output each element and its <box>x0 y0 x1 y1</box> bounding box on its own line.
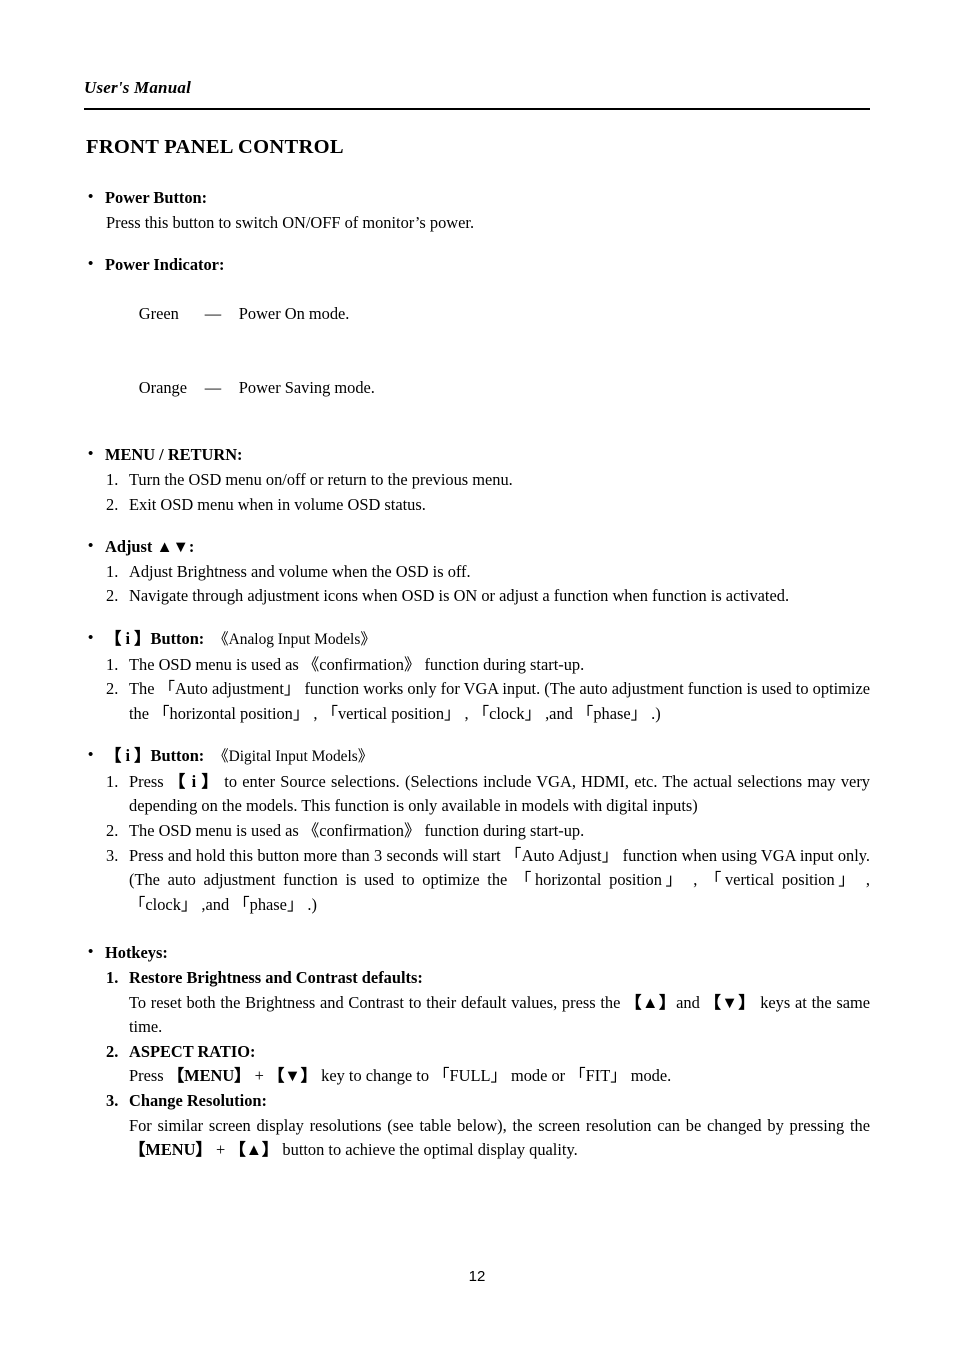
section-menu-return: MENU / RETURN: 1. Turn the OSD menu on/o… <box>84 442 870 517</box>
list-item: 1. Press 【 i 】 to enter Source selection… <box>84 770 870 819</box>
list-marker: 1. <box>106 654 119 674</box>
section-i-button-digital: 【 i 】Button: 《Digital Input Models》 1. Pr… <box>84 743 870 918</box>
running-header: User's Manual <box>84 78 870 98</box>
header-divider <box>84 108 870 110</box>
power-indicator-row: Orange — Power Saving mode. <box>84 352 870 426</box>
hotkeys-label: Hotkeys: <box>84 940 870 966</box>
list-text: Press and hold this button more than 3 s… <box>129 845 870 914</box>
hotkey-body: For similar screen display resolutions (… <box>129 1115 870 1160</box>
list-marker: 3. <box>106 845 119 865</box>
menu-return-list: 1. Turn the OSD menu on/off or return to… <box>84 468 870 517</box>
indicator-term-orange: Orange <box>138 378 188 398</box>
list-item: 1. Restore Brightness and Contrast defau… <box>84 966 870 1040</box>
list-item: 2. Navigate through adjustment icons whe… <box>84 584 870 609</box>
i-button-analog-title: 【 i 】Button: <box>105 628 205 648</box>
page-number: 12 <box>468 1268 486 1285</box>
power-indicator-label: Power Indicator: <box>84 252 870 278</box>
list-marker: 2. <box>106 1041 119 1061</box>
hotkeys-list: 1. Restore Brightness and Contrast defau… <box>84 966 870 1163</box>
list-item: 3. Change Resolution: For similar screen… <box>84 1089 870 1163</box>
list-marker: 2. <box>106 679 119 699</box>
list-item: 2. The OSD menu is used as 《confirmation… <box>84 819 870 844</box>
list-text: The 「Auto adjustment」 function works onl… <box>129 679 870 723</box>
list-marker: 1. <box>106 469 119 489</box>
running-header-title: User's Manual <box>84 78 191 97</box>
list-item: 1. The OSD menu is used as 《confirmation… <box>84 653 870 678</box>
i-button-digital-qualifier: 《Digital Input Models》 <box>213 748 374 766</box>
menu-return-label: MENU / RETURN: <box>84 442 870 468</box>
list-text: Press 【 i 】 to enter Source selections. … <box>129 771 870 816</box>
adjust-list: 1. Adjust Brightness and volume when the… <box>84 560 870 609</box>
list-item: 2. ASPECT RATIO: Press 【MENU】 + 【▼】 key … <box>84 1040 870 1089</box>
list-item: 1. Turn the OSD menu on/off or return to… <box>84 468 870 493</box>
list-marker: 2. <box>106 586 119 606</box>
list-item: 3. Press and hold this button more than … <box>84 844 870 918</box>
list-text: The OSD menu is used as 《confirmation》 f… <box>129 654 585 674</box>
hotkey-body: Press 【MENU】 + 【▼】 key to change to 「FUL… <box>129 1066 672 1086</box>
i-button-analog-list: 1. The OSD menu is used as 《confirmation… <box>84 653 870 727</box>
list-text: Adjust Brightness and volume when the OS… <box>129 561 471 581</box>
hotkey-heading-text: ASPECT RATIO: <box>129 1041 256 1061</box>
hotkey-heading: 3. Change Resolution: <box>84 1089 870 1114</box>
list-marker: 1. <box>106 968 119 988</box>
list-text: Exit OSD menu when in volume OSD status. <box>129 494 426 514</box>
i-button-analog-qualifier: 《Analog Input Models》 <box>213 630 376 648</box>
power-indicator-row: Green — Power On mode. <box>84 278 870 352</box>
power-button-label: Power Button: <box>84 185 870 211</box>
section-power-button: Power Button: Press this button to switc… <box>84 185 870 235</box>
i-button-digital-label: 【 i 】Button: 《Digital Input Models》 <box>84 743 870 770</box>
indicator-desc-orange: Power Saving mode. <box>238 378 375 398</box>
list-item: 2. The 「Auto adjustment」 function works … <box>84 677 870 726</box>
manual-page: User's Manual FRONT PANEL CONTROL Power … <box>0 0 954 1350</box>
list-marker: 3. <box>106 1091 119 1110</box>
power-button-body: Press this button to switch ON/OFF of mo… <box>106 212 475 232</box>
adjust-label: Adjust ▲▼: <box>84 534 870 560</box>
section-i-button-analog: 【 i 】Button: 《Analog Input Models》 1. The… <box>84 626 870 727</box>
i-button-digital-title: 【 i 】Button: <box>105 746 205 766</box>
page-title: FRONT PANEL CONTROL <box>86 136 344 158</box>
hotkey-heading: 2. ASPECT RATIO: <box>84 1040 870 1065</box>
indicator-dash: — <box>204 378 222 398</box>
list-marker: 1. <box>106 771 119 791</box>
list-text: Turn the OSD menu on/off or return to th… <box>129 469 513 489</box>
hotkey-heading: 1. Restore Brightness and Contrast defau… <box>84 966 870 991</box>
i-button-analog-label: 【 i 】Button: 《Analog Input Models》 <box>84 626 870 653</box>
hotkey-heading-text: Change Resolution: <box>129 1091 267 1110</box>
hotkey-body: To reset both the Brightness and Contras… <box>129 992 871 1037</box>
section-power-indicator: Power Indicator: Green — Power On mode. Or… <box>84 252 870 426</box>
list-marker: 1. <box>106 561 119 581</box>
list-marker: 2. <box>106 821 119 841</box>
hotkey-heading-text: Restore Brightness and Contrast defaults… <box>129 968 423 988</box>
section-adjust: Adjust ▲▼: 1. Adjust Brightness and volu… <box>84 534 870 609</box>
section-hotkeys: Hotkeys: 1. Restore Brightness and Contr… <box>84 940 870 1163</box>
page-content: Power Button: Press this button to switc… <box>84 185 870 1181</box>
list-text: Navigate through adjustment icons when O… <box>129 586 790 606</box>
list-text: The OSD menu is used as 《confirmation》 f… <box>129 821 585 841</box>
indicator-desc-green: Power On mode. <box>238 304 350 324</box>
indicator-dash: — <box>204 304 222 324</box>
list-marker: 2. <box>106 494 119 514</box>
list-item: 2. Exit OSD menu when in volume OSD stat… <box>84 493 870 518</box>
i-button-digital-list: 1. Press 【 i 】 to enter Source selection… <box>84 770 870 918</box>
indicator-term-green: Green <box>138 304 179 324</box>
list-item: 1. Adjust Brightness and volume when the… <box>84 560 870 585</box>
